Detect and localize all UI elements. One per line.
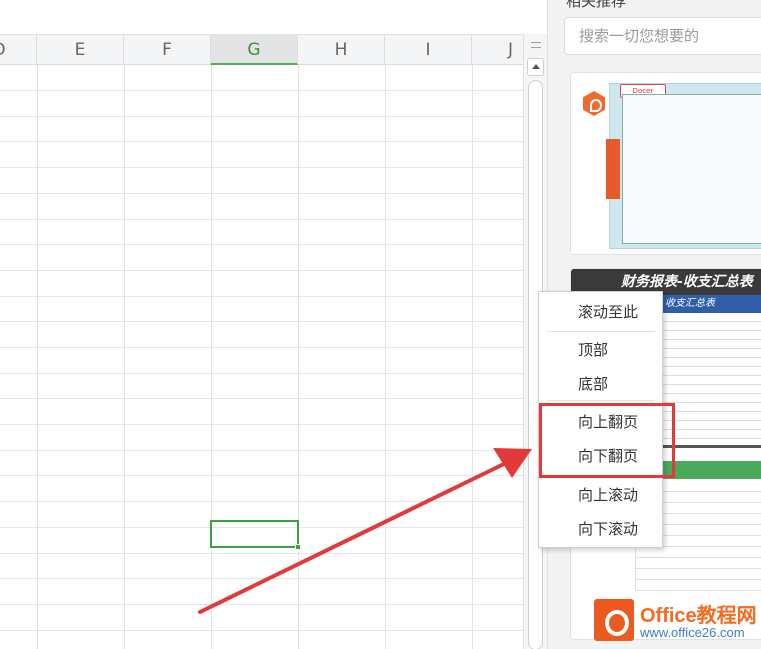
split-grip-icon[interactable]	[531, 42, 541, 48]
column-header-h[interactable]: H	[298, 35, 385, 65]
thumbnail-tag	[606, 139, 620, 199]
template-thumbnail-1[interactable]: Docer	[606, 83, 761, 249]
grid-row-line	[0, 321, 523, 322]
menu-item-scroll-up[interactable]: 向上滚动	[539, 479, 662, 511]
column-header-j[interactable]: J	[472, 35, 523, 65]
grid-row-line	[0, 219, 523, 220]
grid-row-line	[0, 578, 523, 579]
column-header-bar: D E F G H I J	[0, 34, 523, 65]
thumbnail-sheet	[622, 94, 761, 244]
grid-row-line	[0, 373, 523, 374]
grid-row-line	[0, 630, 523, 631]
spreadsheet: D E F G H I J	[0, 0, 523, 649]
grid-row-line	[0, 270, 523, 271]
search-input[interactable]	[565, 18, 761, 54]
watermark-title: Office教程网	[640, 605, 757, 627]
grid-row-line	[0, 424, 523, 425]
template-card-1[interactable]: Docer	[570, 72, 761, 255]
annotation-highlight-box	[539, 403, 675, 478]
grid-row-line	[0, 398, 523, 399]
grid-row-line	[0, 501, 523, 502]
scroll-up-button[interactable]	[527, 58, 544, 76]
grid-row-line	[0, 553, 523, 554]
grid-row-line	[0, 141, 523, 142]
column-header-g[interactable]: G	[211, 35, 298, 65]
grid-row-line	[0, 475, 523, 476]
grid-row-line	[0, 296, 523, 297]
grid-row-line	[0, 90, 523, 91]
column-header-d[interactable]: D	[0, 35, 37, 65]
column-header-e[interactable]: E	[37, 35, 124, 65]
fill-handle[interactable]	[295, 544, 301, 550]
template-badge-icon	[583, 91, 605, 116]
grid-row-line	[0, 604, 523, 605]
menu-item-bottom[interactable]: 底部	[539, 368, 662, 400]
watermark: Office教程网 www.office26.com	[594, 597, 761, 645]
grid-row-line	[0, 244, 523, 245]
menu-item-top[interactable]: 顶部	[539, 334, 662, 366]
cell-grid[interactable]	[0, 65, 523, 649]
search-box[interactable]	[564, 17, 761, 55]
grid-row-line	[0, 167, 523, 168]
menu-item-scroll-down[interactable]: 向下滚动	[539, 513, 662, 545]
menu-item-scroll-here[interactable]: 滚动至此	[539, 296, 662, 328]
selected-cell[interactable]	[210, 520, 301, 550]
grid-row-line	[0, 450, 523, 451]
watermark-url: www.office26.com	[640, 625, 745, 640]
column-header-f[interactable]: F	[124, 35, 211, 65]
grid-row-line	[0, 347, 523, 348]
grid-row-line	[0, 193, 523, 194]
grid-row-line	[0, 116, 523, 117]
menu-separator	[547, 331, 655, 332]
column-header-i[interactable]: I	[385, 35, 472, 65]
panel-title: 相关推荐	[566, 0, 627, 10]
office-logo-icon	[594, 599, 634, 641]
menu-separator	[547, 400, 655, 401]
